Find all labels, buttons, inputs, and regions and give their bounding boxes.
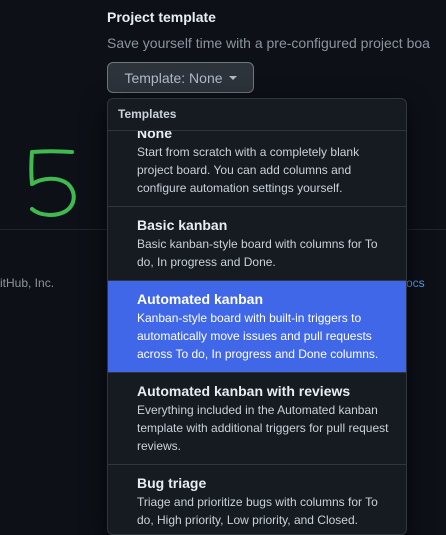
footer-docs-link[interactable]: ocs — [406, 276, 425, 290]
template-option-bug-triage[interactable]: Bug triage Triage and prioritize bugs wi… — [108, 465, 406, 534]
option-title: Bug triage — [137, 475, 207, 491]
handwritten-number-5 — [29, 149, 76, 217]
dropdown-header: Templates — [108, 99, 406, 131]
section-description: Save yourself time with a pre-configured… — [107, 35, 430, 51]
option-title: None — [137, 131, 172, 141]
option-title: Automated kanban — [137, 291, 264, 307]
option-description: Everything included in the Automated kan… — [137, 403, 389, 453]
dropdown-list[interactable]: None Start from scratch with a completel… — [108, 131, 406, 534]
option-title: Automated kanban with reviews — [137, 383, 351, 399]
template-button-label: Template: None — [124, 69, 223, 86]
caret-down-icon — [228, 76, 237, 80]
section-title: Project template — [107, 9, 216, 25]
templates-dropdown-menu: Templates None Start from scratch with a… — [107, 98, 407, 535]
option-description: Start from scratch with a completely bla… — [137, 145, 360, 195]
template-dropdown-button[interactable]: Template: None — [107, 62, 254, 93]
template-option-automated-kanban[interactable]: Automated kanban Kanban-style board with… — [108, 281, 406, 373]
option-description: Triage and prioritize bugs with columns … — [137, 495, 378, 527]
option-title: Basic kanban — [137, 217, 228, 233]
template-option-automated-kanban-reviews[interactable]: Automated kanban with reviews Everything… — [108, 373, 406, 465]
template-option-none[interactable]: None Start from scratch with a completel… — [108, 131, 406, 207]
option-description: Kanban-style board with built-in trigger… — [137, 311, 379, 361]
option-description: Basic kanban-style board with columns fo… — [137, 237, 378, 269]
template-option-basic-kanban[interactable]: Basic kanban Basic kanban-style board wi… — [108, 207, 406, 281]
footer-company-text: itHub, Inc. — [0, 276, 55, 290]
